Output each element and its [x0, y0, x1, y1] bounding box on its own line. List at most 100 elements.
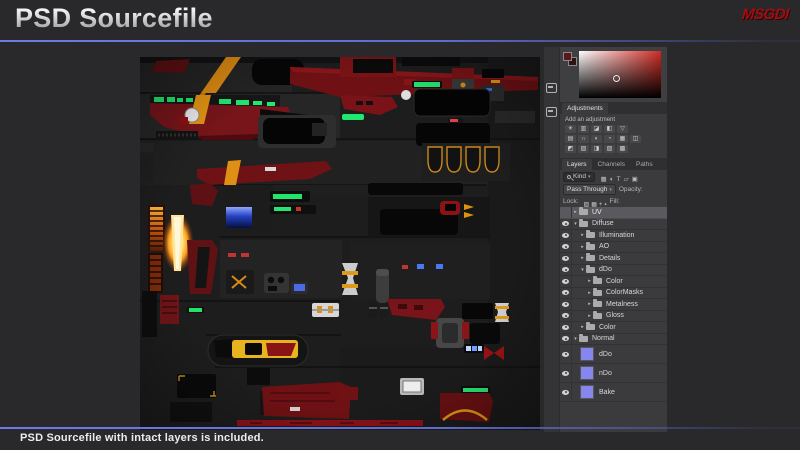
levels-icon[interactable]: ▥	[578, 125, 589, 133]
expand-arrow-icon[interactable]: ▸	[586, 290, 593, 296]
footer-caption: PSD Sourcefile with intact layers is inc…	[20, 432, 264, 444]
threshold-icon[interactable]: ◨	[591, 145, 602, 153]
collapsed-panel-icon[interactable]	[546, 83, 557, 93]
visibility-toggle[interactable]	[560, 364, 572, 382]
color-balance-icon[interactable]: ∩	[578, 135, 589, 143]
eye-icon	[562, 267, 569, 273]
adjustment-grid: ☀ ▥ ◪ ◧ ▽ ▤ ∩ ◐ ◔ ▦ ◫ ◩ ▨ ◨ ▧ ▩	[560, 125, 667, 158]
adjustment-filter-icon[interactable]: ◐	[610, 176, 614, 183]
visibility-toggle[interactable]	[560, 299, 572, 310]
visibility-toggle[interactable]	[560, 218, 572, 229]
layer-row-ndo[interactable]: nDo	[560, 364, 667, 383]
folder-icon	[593, 299, 602, 308]
layer-row-diffuse[interactable]: ▾ Diffuse	[560, 218, 667, 230]
eye-icon	[562, 244, 569, 250]
opacity-label: Opacity:	[618, 186, 643, 193]
layer-row-ddo[interactable]: ▾ dDo	[560, 264, 667, 276]
collapse-arrow-icon[interactable]: ▾	[572, 336, 579, 342]
eye-icon	[562, 370, 569, 376]
visibility-toggle[interactable]	[560, 264, 572, 275]
selective-color-icon[interactable]: ▧	[604, 145, 615, 153]
layer-row-ddo[interactable]: dDo	[560, 345, 667, 364]
expand-arrow-icon[interactable]: ▸	[579, 232, 586, 238]
visibility-toggle[interactable]	[560, 230, 572, 241]
layer-name: nDo	[599, 369, 612, 377]
eye-icon	[562, 255, 569, 261]
layer-row-color[interactable]: ▸ Color	[560, 276, 667, 288]
invert-icon[interactable]: ◩	[565, 145, 576, 153]
folder-icon	[586, 253, 595, 262]
color-cursor-icon[interactable]	[613, 75, 621, 83]
layer-row-color[interactable]: ▸ Color	[560, 322, 667, 334]
visibility-toggle[interactable]	[560, 253, 572, 264]
visibility-toggle[interactable]	[560, 322, 572, 333]
posterize-icon[interactable]: ▨	[578, 145, 589, 153]
collapse-arrow-icon[interactable]: ▾	[579, 267, 586, 273]
expand-arrow-icon[interactable]: ▸	[586, 278, 593, 284]
curves-icon[interactable]: ◪	[591, 125, 602, 133]
tab-channels[interactable]: Channels	[593, 159, 630, 170]
filter-kind-dropdown[interactable]: Kind ▾	[563, 171, 595, 182]
color-lookup-icon[interactable]: ◫	[630, 135, 641, 143]
eye-icon	[562, 324, 569, 330]
visibility-toggle[interactable]	[560, 383, 572, 401]
color-field[interactable]	[579, 51, 661, 98]
expand-arrow-icon[interactable]: ▸	[579, 324, 586, 330]
tab-paths[interactable]: Paths	[631, 159, 658, 170]
smart-object-filter-icon[interactable]: ▣	[632, 176, 638, 183]
layer-row-normal[interactable]: ▾ Normal	[560, 333, 667, 345]
black-white-icon[interactable]: ◐	[591, 135, 602, 143]
visibility-toggle[interactable]	[560, 241, 572, 252]
layer-name: AO	[599, 243, 610, 251]
pixel-filter-icon[interactable]: ▦	[601, 176, 607, 183]
lock-icons: ▨ ▦ + ▪	[582, 196, 607, 208]
folder-icon	[593, 287, 602, 296]
folder-icon	[579, 207, 588, 216]
chevron-down-icon: ▾	[588, 173, 591, 180]
hue-saturation-icon[interactable]: ▤	[565, 135, 576, 143]
folder-icon	[593, 310, 602, 319]
layer-row-ao[interactable]: ▸ AO	[560, 241, 667, 253]
type-filter-icon[interactable]: T	[617, 176, 621, 183]
brightness-contrast-icon[interactable]: ☀	[565, 125, 576, 133]
search-icon	[567, 174, 571, 179]
visibility-toggle[interactable]	[560, 207, 572, 218]
layer-row-gloss[interactable]: ▸ Gloss	[560, 310, 667, 322]
layer-list: ▸ UV ▾ Diffuse ▸ Illumination ▸ AO ▸ Details ▾ dDo ▸…	[560, 207, 667, 432]
visibility-toggle[interactable]	[560, 276, 572, 287]
layer-row-details[interactable]: ▸ Details	[560, 253, 667, 265]
visibility-toggle[interactable]	[560, 287, 572, 298]
layer-row-metalness[interactable]: ▸ Metalness	[560, 299, 667, 311]
visibility-toggle[interactable]	[560, 333, 572, 344]
photo-filter-icon[interactable]: ◔	[604, 135, 615, 143]
layer-thumbnail[interactable]	[580, 366, 594, 380]
expand-arrow-icon[interactable]: ▸	[579, 244, 586, 250]
layer-row-illumination[interactable]: ▸ Illumination	[560, 230, 667, 242]
collapse-arrow-icon[interactable]: ▾	[572, 221, 579, 227]
expand-arrow-icon[interactable]: ▸	[586, 313, 593, 319]
folder-icon	[579, 333, 588, 342]
layer-row-colormasks[interactable]: ▸ ColorMasks	[560, 287, 667, 299]
tab-adjustments[interactable]: Adjustments	[562, 103, 608, 114]
layer-thumbnail[interactable]	[580, 347, 594, 361]
layer-row-bake[interactable]: Bake	[560, 383, 667, 402]
shape-filter-icon[interactable]: ▱	[624, 176, 629, 183]
expand-arrow-icon[interactable]: ▸	[586, 301, 593, 307]
foreground-color-swatch[interactable]	[563, 52, 572, 61]
visibility-toggle[interactable]	[560, 310, 572, 321]
layer-row-uv[interactable]: ▸ UV	[560, 207, 667, 219]
layer-thumbnail[interactable]	[580, 385, 594, 399]
fill-label: Fill:	[609, 198, 620, 205]
channel-mixer-icon[interactable]: ▦	[617, 135, 628, 143]
adjustments-panel: Adjustments Add an adjustment ☀ ▥ ◪ ◧ ▽ ▤ ∩ ◐ ◔ ▦…	[560, 102, 667, 158]
exposure-icon[interactable]: ◧	[604, 125, 615, 133]
collapsed-panel-icon-2[interactable]	[546, 107, 557, 117]
gradient-map-icon[interactable]: ▩	[617, 145, 628, 153]
tab-layers[interactable]: Layers	[562, 159, 592, 170]
visibility-toggle[interactable]	[560, 345, 572, 363]
blend-mode-dropdown[interactable]: Pass Through ▾	[563, 184, 616, 195]
vibrance-icon[interactable]: ▽	[617, 125, 628, 133]
expand-arrow-icon[interactable]: ▸	[572, 209, 579, 215]
layer-name: Color	[606, 277, 623, 285]
expand-arrow-icon[interactable]: ▸	[579, 255, 586, 261]
